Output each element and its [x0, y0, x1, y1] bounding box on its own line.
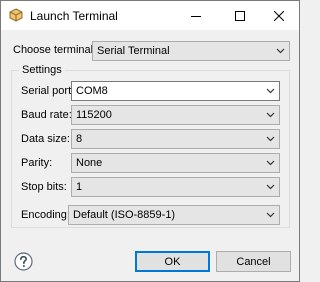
data-size-value: 8: [76, 133, 83, 145]
encoding-value: Default (ISO-8859-1): [73, 209, 176, 221]
chevron-down-icon: [266, 160, 275, 166]
serial-port-value: COM8: [76, 85, 108, 97]
ok-button[interactable]: OK: [135, 251, 210, 272]
parity-label: Parity:: [21, 157, 53, 169]
minimize-button[interactable]: [176, 1, 216, 30]
chevron-down-icon: [276, 48, 285, 54]
maximize-icon: [235, 10, 245, 21]
encoding-label: Encoding:: [21, 209, 70, 221]
parity-value: None: [76, 157, 103, 169]
encoding-dropdown[interactable]: Default (ISO-8859-1): [68, 205, 280, 225]
minimize-icon: [191, 15, 201, 17]
stop-bits-value: 1: [76, 181, 83, 193]
terminal-cube-icon: [9, 8, 23, 22]
title-bar[interactable]: Launch Terminal: [1, 1, 299, 30]
baud-rate-label: Baud rate:: [21, 109, 72, 121]
chevron-down-icon: [266, 136, 275, 142]
serial-port-combo[interactable]: COM8: [71, 81, 280, 101]
choose-terminal-value: Serial Terminal: [97, 45, 170, 57]
settings-group-title: Settings: [19, 64, 65, 76]
chevron-down-icon: [266, 88, 275, 94]
cancel-button[interactable]: Cancel: [216, 251, 291, 272]
window-title: Launch Terminal: [30, 9, 118, 23]
serial-port-label: Serial port:: [21, 85, 75, 97]
chevron-down-icon: [266, 112, 275, 118]
close-icon: [274, 10, 284, 21]
parity-dropdown[interactable]: None: [71, 153, 280, 173]
stop-bits-dropdown[interactable]: 1: [71, 177, 280, 197]
stop-bits-label: Stop bits:: [21, 181, 67, 193]
choose-terminal-label: Choose terminal:: [13, 44, 97, 56]
help-icon[interactable]: [14, 252, 33, 271]
chevron-down-icon: [266, 212, 275, 218]
launch-terminal-dialog: Launch Terminal Choose terminal: Serial …: [0, 0, 300, 282]
baud-rate-dropdown[interactable]: 115200: [71, 105, 280, 125]
baud-rate-value: 115200: [76, 109, 112, 121]
close-button[interactable]: [259, 1, 299, 30]
choose-terminal-dropdown[interactable]: Serial Terminal: [92, 41, 290, 61]
data-size-label: Data size:: [21, 133, 70, 145]
chevron-down-icon: [266, 184, 275, 190]
data-size-dropdown[interactable]: 8: [71, 129, 280, 149]
maximize-button[interactable]: [220, 1, 260, 30]
